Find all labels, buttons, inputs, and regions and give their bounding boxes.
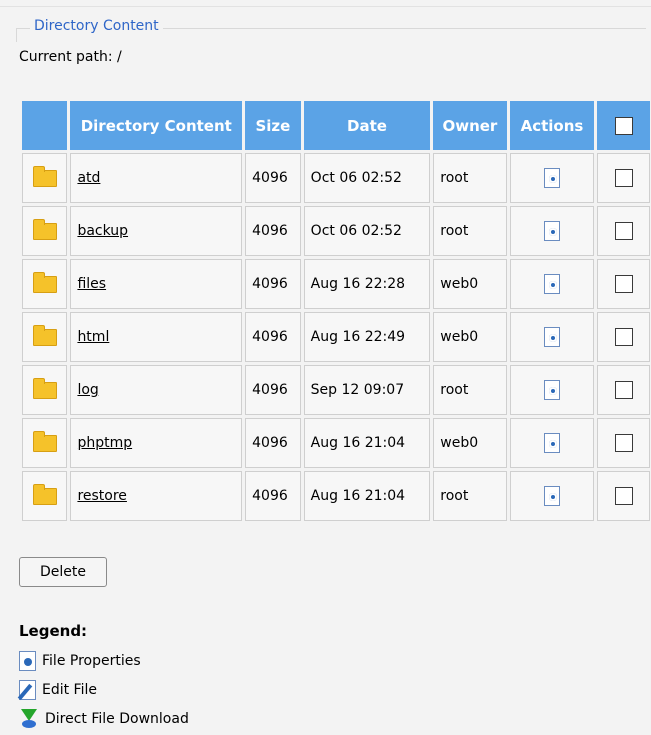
directory-link[interactable]: html bbox=[77, 329, 109, 345]
date-cell: Aug 16 22:49 bbox=[303, 312, 431, 362]
folder-icon bbox=[32, 324, 57, 346]
owner-cell: root bbox=[433, 153, 507, 203]
header-date: Date bbox=[303, 101, 431, 150]
row-checkbox[interactable] bbox=[614, 328, 633, 346]
folder-icon bbox=[32, 218, 57, 240]
size-cell: 4096 bbox=[245, 153, 301, 203]
owner-cell: root bbox=[433, 206, 507, 256]
date-cell: Oct 06 02:52 bbox=[303, 153, 431, 203]
legend-title: Legend: bbox=[19, 622, 88, 640]
legend-item-file-properties: File Properties bbox=[19, 651, 141, 671]
table-row: files 4096 Aug 16 22:28 web0 bbox=[22, 259, 650, 309]
table-row: phptmp 4096 Aug 16 21:04 web0 bbox=[22, 418, 650, 468]
file-properties-icon[interactable] bbox=[543, 380, 560, 400]
directory-link[interactable]: files bbox=[77, 276, 106, 292]
file-properties-icon[interactable] bbox=[543, 274, 560, 294]
file-properties-icon[interactable] bbox=[543, 168, 560, 188]
folder-icon bbox=[32, 430, 57, 452]
top-divider bbox=[0, 6, 651, 7]
directory-link[interactable]: atd bbox=[77, 170, 100, 186]
folder-icon bbox=[32, 377, 57, 399]
delete-button[interactable]: Delete bbox=[19, 557, 107, 587]
current-path: Current path: / bbox=[19, 49, 122, 65]
legend-item-direct-download: Direct File Download bbox=[19, 709, 189, 729]
file-properties-icon[interactable] bbox=[543, 486, 560, 506]
table-row: log 4096 Sep 12 09:07 root bbox=[22, 365, 650, 415]
owner-cell: web0 bbox=[433, 259, 507, 309]
folder-icon bbox=[32, 483, 57, 505]
row-checkbox[interactable] bbox=[614, 434, 633, 452]
select-all-checkbox[interactable] bbox=[614, 116, 633, 135]
date-cell: Aug 16 21:04 bbox=[303, 471, 431, 521]
fieldset-legend: Directory Content bbox=[30, 18, 163, 34]
size-cell: 4096 bbox=[245, 365, 301, 415]
size-cell: 4096 bbox=[245, 471, 301, 521]
folder-icon bbox=[32, 271, 57, 293]
edit-file-icon bbox=[19, 680, 36, 700]
row-checkbox[interactable] bbox=[614, 275, 633, 293]
date-cell: Sep 12 09:07 bbox=[303, 365, 431, 415]
owner-cell: root bbox=[433, 471, 507, 521]
owner-cell: web0 bbox=[433, 418, 507, 468]
table-row: atd 4096 Oct 06 02:52 root bbox=[22, 153, 650, 203]
size-cell: 4096 bbox=[245, 418, 301, 468]
folder-icon bbox=[32, 165, 57, 187]
date-cell: Aug 16 21:04 bbox=[303, 418, 431, 468]
directory-link[interactable]: phptmp bbox=[77, 435, 132, 451]
header-select-all[interactable] bbox=[597, 101, 650, 150]
directory-table: Directory Content Size Date Owner Action… bbox=[19, 98, 651, 524]
download-icon bbox=[19, 709, 39, 729]
table-header-row: Directory Content Size Date Owner Action… bbox=[22, 101, 650, 150]
header-actions: Actions bbox=[509, 101, 595, 150]
file-properties-icon[interactable] bbox=[543, 327, 560, 347]
row-checkbox[interactable] bbox=[614, 487, 633, 505]
directory-link[interactable]: backup bbox=[77, 223, 128, 239]
table-row: html 4096 Aug 16 22:49 web0 bbox=[22, 312, 650, 362]
size-cell: 4096 bbox=[245, 259, 301, 309]
table-row: backup 4096 Oct 06 02:52 root bbox=[22, 206, 650, 256]
directory-link[interactable]: log bbox=[77, 382, 98, 398]
legend-label: File Properties bbox=[42, 653, 141, 669]
directory-link[interactable]: restore bbox=[77, 488, 126, 504]
header-size: Size bbox=[245, 101, 301, 150]
legend-label: Direct File Download bbox=[45, 711, 189, 727]
fieldset-border-left bbox=[16, 28, 17, 42]
file-properties-icon[interactable] bbox=[543, 221, 560, 241]
size-cell: 4096 bbox=[245, 312, 301, 362]
header-owner: Owner bbox=[433, 101, 507, 150]
date-cell: Oct 06 02:52 bbox=[303, 206, 431, 256]
owner-cell: web0 bbox=[433, 312, 507, 362]
row-checkbox[interactable] bbox=[614, 381, 633, 399]
file-properties-icon[interactable] bbox=[543, 433, 560, 453]
header-directory-content: Directory Content bbox=[70, 101, 243, 150]
legend-item-edit-file: Edit File bbox=[19, 680, 97, 700]
legend-label: Edit File bbox=[42, 682, 97, 698]
header-icon-column bbox=[22, 101, 68, 150]
date-cell: Aug 16 22:28 bbox=[303, 259, 431, 309]
file-properties-icon bbox=[19, 651, 36, 671]
owner-cell: root bbox=[433, 365, 507, 415]
row-checkbox[interactable] bbox=[614, 169, 633, 187]
table-row: restore 4096 Aug 16 21:04 root bbox=[22, 471, 650, 521]
size-cell: 4096 bbox=[245, 206, 301, 256]
row-checkbox[interactable] bbox=[614, 222, 633, 240]
